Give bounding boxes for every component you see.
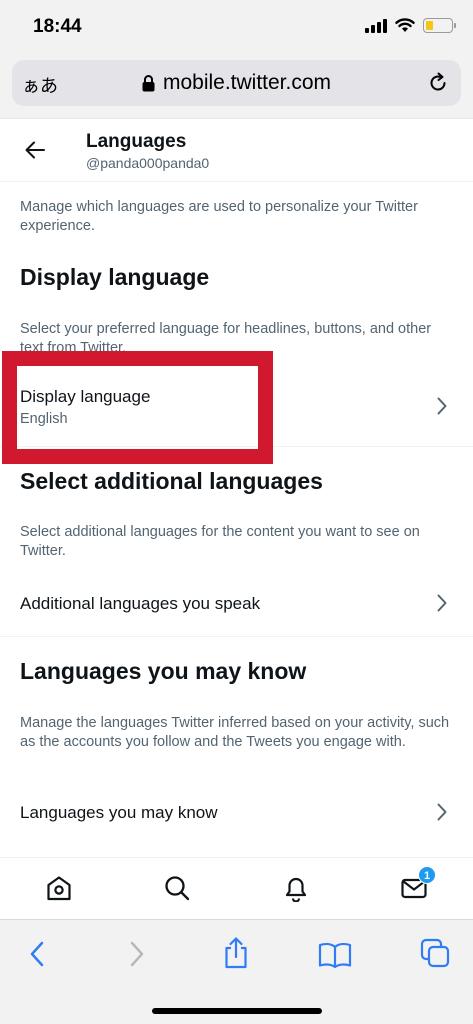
display-language-heading: Display language bbox=[20, 264, 210, 290]
notifications-bell-icon[interactable] bbox=[282, 874, 310, 902]
share-icon[interactable] bbox=[222, 936, 250, 970]
browser-toolbar bbox=[0, 919, 473, 1024]
browser-forward-icon[interactable] bbox=[128, 940, 146, 968]
url-text: mobile.twitter.com bbox=[162, 71, 332, 94]
additional-languages-description: Select additional languages for the cont… bbox=[20, 524, 420, 559]
chevron-right-icon bbox=[437, 594, 447, 612]
tabs-icon[interactable] bbox=[420, 938, 450, 968]
chevron-right-icon bbox=[437, 803, 447, 821]
browser-address-area: ぁあ mobile.twitter.com bbox=[0, 56, 473, 118]
home-icon[interactable] bbox=[45, 874, 73, 902]
page-header: Languages @panda000panda0 bbox=[0, 118, 473, 182]
browser-back-icon[interactable] bbox=[28, 940, 46, 968]
may-know-row-label: Languages you may know bbox=[20, 803, 218, 822]
cellular-signal-icon bbox=[365, 18, 387, 33]
wifi-icon bbox=[395, 18, 415, 32]
messages-button[interactable]: 1 bbox=[400, 866, 436, 902]
messages-badge: 1 bbox=[418, 866, 436, 884]
search-icon[interactable] bbox=[163, 874, 191, 902]
additional-languages-row-label: Additional languages you speak bbox=[20, 594, 261, 613]
battery-icon bbox=[423, 18, 456, 33]
may-know-heading: Languages you may know bbox=[20, 658, 307, 684]
status-bar: 18:44 bbox=[0, 0, 473, 56]
reload-icon[interactable] bbox=[427, 72, 449, 94]
page-title: Languages bbox=[86, 131, 187, 152]
url-display[interactable]: mobile.twitter.com bbox=[12, 71, 461, 95]
back-arrow-icon[interactable] bbox=[24, 139, 46, 161]
additional-languages-heading: Select additional languages bbox=[20, 468, 323, 494]
highlight-annotation bbox=[2, 351, 273, 464]
lock-icon bbox=[142, 74, 155, 91]
chevron-right-icon bbox=[437, 397, 447, 415]
home-indicator[interactable] bbox=[152, 1008, 322, 1014]
status-time: 18:44 bbox=[33, 16, 82, 37]
may-know-description: Manage the languages Twitter inferred ba… bbox=[20, 715, 450, 750]
address-bar[interactable]: ぁあ mobile.twitter.com bbox=[12, 60, 461, 106]
bottom-navigation: 1 bbox=[0, 857, 473, 919]
additional-languages-row[interactable]: Additional languages you speak bbox=[0, 570, 473, 636]
status-icons bbox=[365, 18, 456, 33]
bookmarks-icon[interactable] bbox=[318, 942, 352, 968]
divider bbox=[0, 636, 473, 637]
intro-text: Manage which languages are used to perso… bbox=[20, 199, 418, 234]
page-username: @panda000panda0 bbox=[86, 155, 210, 171]
may-know-row[interactable]: Languages you may know bbox=[0, 780, 473, 844]
